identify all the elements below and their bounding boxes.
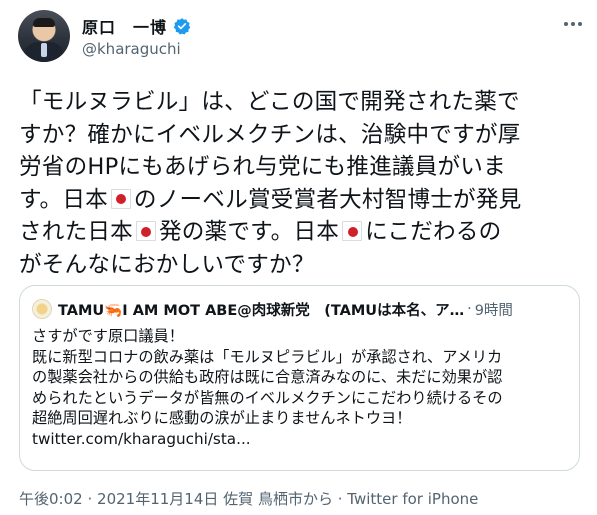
- japan-flag-icon: [342, 221, 363, 241]
- tweet-segment: す。日本: [19, 186, 108, 213]
- tweet-header: 原口 一博 @kharaguchi: [18, 10, 588, 66]
- tweet-segment: にこだわるの: [365, 219, 502, 245]
- author-handle[interactable]: @kharaguchi: [82, 40, 181, 58]
- japan-flag-icon: [110, 188, 131, 209]
- tweet-time[interactable]: 午後0:02: [19, 490, 83, 508]
- verified-badge-icon: [173, 17, 191, 35]
- tweet-line: された日本 発の薬です。日本 にこだわるの: [19, 216, 591, 249]
- tweet-location[interactable]: 佐賀 鳥栖市から: [223, 490, 333, 508]
- tweet-line: がそんなにおかしいですか？: [19, 251, 315, 278]
- quoted-line: の製薬会社からの供給も政府は既に合意済みなのに、未だに効果が認: [32, 368, 503, 387]
- tweet-line: すか？確かにイベルメクチンは、治験中ですが厚: [19, 121, 521, 148]
- tweet-metadata: 午後0:02 · 2021年11月14日 佐賀 鳥栖市から · Twitter …: [19, 488, 478, 509]
- tweet-segment: された日本: [19, 219, 133, 245]
- quoted-tweet-text: さすがです原口議員！ 既に新型コロナの飲み薬は「モルヌピラビル」が承認され、アメ…: [32, 326, 572, 450]
- quoted-line: められたというデータが皆無のイベルメクチンにこだわり続けるその: [32, 388, 503, 407]
- avatar-hair: [33, 18, 55, 27]
- tweet-segment: のノーベル賞受賞者大村智博士が発見: [133, 186, 522, 213]
- avatar-tie: [41, 43, 47, 57]
- tweet-line: 労省のHPにもあげられ与党にも推進議員がいま: [19, 154, 506, 180]
- tweet-segment: 発の薬です。日本: [158, 219, 340, 245]
- author-name-row: 原口 一博: [82, 14, 191, 38]
- tweet-date[interactable]: 2021年11月14日: [97, 490, 218, 508]
- author-avatar[interactable]: [18, 10, 70, 62]
- quoted-tweet-header: TAMU🦐I AM MOT ABE@肉球新党 (TAMUは本名、ア… · 9時間: [32, 298, 567, 320]
- tweet-text: 「モルヌラビル」は、どこの国で開発された薬で すか？確かにイベルメクチンは、治験…: [19, 86, 591, 281]
- quoted-tweet-time[interactable]: 9時間: [475, 299, 513, 320]
- quoted-author-avatar[interactable]: [32, 299, 52, 319]
- quoted-line: 既に新型コロナの飲み薬は「モルヌピラビル」が承認され、アメリカ: [32, 347, 503, 366]
- quoted-tweet-card[interactable]: TAMU🦐I AM MOT ABE@肉球新党 (TAMUは本名、ア… · 9時間…: [19, 285, 580, 471]
- more-options-icon[interactable]: [558, 12, 588, 36]
- quoted-line: さすがです原口議員！: [32, 327, 184, 345]
- author-display-name[interactable]: 原口 一博: [82, 14, 167, 38]
- japan-flag-icon: [135, 221, 156, 241]
- meta-separator: ·: [87, 490, 93, 508]
- tweet-source[interactable]: Twitter for iPhone: [347, 490, 478, 508]
- meta-separator: ·: [337, 490, 343, 508]
- quoted-separator: ·: [467, 301, 472, 317]
- tweet-line: 「モルヌラビル」は、どこの国で開発された薬で: [19, 89, 520, 115]
- quoted-link[interactable]: twitter.com/kharaguchi/sta...: [32, 429, 572, 450]
- tweet-line: す。日本 のノーベル賞受賞者大村智博士が発見: [19, 184, 591, 217]
- quoted-line: 超絶周回遅れぶりに感動の涙が止まりませんネトウヨ！: [32, 409, 412, 428]
- quoted-author-name[interactable]: TAMU🦐I AM MOT ABE@肉球新党 (TAMUは本名、ア…: [58, 299, 464, 320]
